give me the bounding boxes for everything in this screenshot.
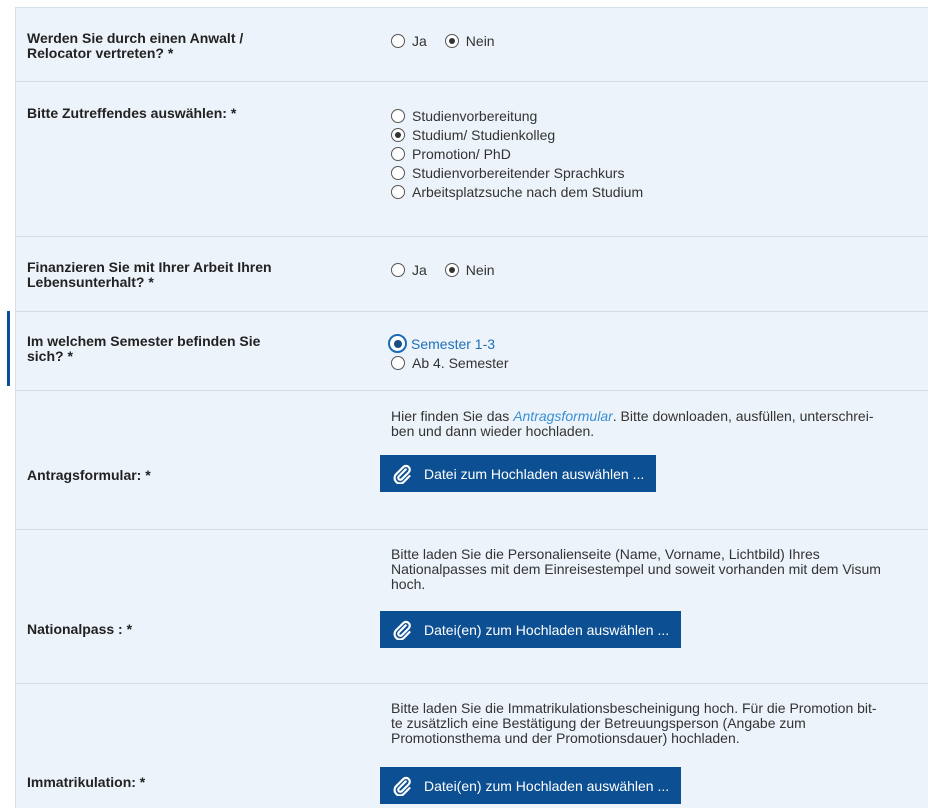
label-finanzieren: Finanzieren Sie mit Ihrer Arbeit Ihren L… (27, 259, 272, 290)
radio-circle-icon (391, 355, 405, 370)
focus-indicator-bar (7, 311, 10, 386)
label-semester: Im welchem Semester befinden Sie sich? * (27, 333, 261, 364)
label-antragsformular: Antragsformular: * (27, 467, 151, 483)
radio-studienvorbereitung[interactable]: Studienvorbereitung (391, 106, 928, 125)
row-finanzieren: Finanzieren Sie mit Ihrer Arbeit Ihren L… (16, 237, 928, 312)
radio-ab-4-semester[interactable]: Ab 4. Semester (391, 353, 928, 372)
label-anwalt: Werden Sie durch einen Anwalt / Relocato… (27, 30, 244, 61)
radio-anwalt-ja[interactable]: Ja (391, 31, 427, 50)
radio-checked-icon (391, 127, 405, 142)
radio-group-zutreffend: Studienvorbereitung Studium/ Studienkoll… (391, 106, 928, 201)
row-anwalt: Werden Sie durch einen Anwalt / Relocato… (16, 8, 928, 82)
row-semester: Im welchem Semester befinden Sie sich? *… (16, 312, 928, 391)
upload-immatrikulation-button[interactable]: Datei(en) zum Hochladen auswählen ... (380, 767, 682, 804)
required-mark: * (145, 467, 151, 483)
radio-semester-1-3[interactable]: Semester 1-3 (388, 334, 928, 353)
radio-circle-icon (391, 165, 405, 180)
upload-antragsformular-button[interactable]: Datei zum Hochladen auswählen ... (380, 455, 657, 492)
paperclip-icon (393, 776, 411, 796)
label-zutreffend: Bitte Zutreffendes auswählen: * (27, 105, 237, 121)
radio-checked-icon (444, 33, 459, 48)
upload-nationalpass-button[interactable]: Datei(en) zum Hochladen auswählen ... (380, 611, 682, 648)
required-mark: * (67, 348, 73, 364)
radio-checked-icon (444, 262, 459, 277)
radio-group-finanzieren: Ja Nein (391, 260, 928, 279)
radio-anwalt-nein[interactable]: Nein (444, 31, 495, 50)
radio-circle-icon (391, 108, 405, 123)
label-nationalpass: Nationalpass : * (27, 621, 133, 637)
help-antragsformular: Hier finden Sie das Antragsformular. Bit… (391, 408, 874, 439)
help-nationalpass: Bitte laden Sie die Personalienseite (Na… (391, 546, 881, 592)
radio-checked-focused-icon (388, 334, 407, 353)
required-mark: * (148, 274, 154, 290)
paperclip-icon (393, 620, 411, 640)
row-zutreffend: Bitte Zutreffendes auswählen: * Studienv… (16, 82, 928, 237)
antragsformular-link[interactable]: Antragsformular (513, 408, 613, 424)
required-mark: * (126, 621, 133, 637)
radio-promotion[interactable]: Promotion/ PhD (391, 144, 928, 163)
radio-circle-icon (391, 146, 405, 161)
radio-arbeitsplatzsuche[interactable]: Arbeitsplatzsuche nach dem Studium (391, 182, 928, 201)
application-form: Werden Sie durch einen Anwalt / Relocato… (15, 7, 928, 808)
row-nationalpass: Nationalpass : * Bitte laden Sie die Per… (16, 530, 928, 684)
paperclip-icon (393, 464, 411, 484)
help-immatrikulation: Bitte laden Sie die Immatrikulationsbesc… (391, 700, 877, 746)
radio-group-semester: Semester 1-3 Ab 4. Semester (388, 334, 928, 372)
required-mark: * (167, 45, 174, 61)
radio-group-anwalt: Ja Nein (391, 31, 928, 50)
label-immatrikulation: Immatrikulation: * (27, 774, 146, 790)
row-immatrikulation: Immatrikulation: * Bitte laden Sie die I… (16, 684, 928, 808)
required-mark: * (230, 105, 237, 121)
radio-finanzieren-nein[interactable]: Nein (444, 260, 495, 279)
radio-circle-icon (391, 33, 405, 48)
radio-circle-icon (391, 262, 405, 277)
radio-sprachkurs[interactable]: Studienvorbereitender Sprachkurs (391, 163, 928, 182)
row-antragsformular: Antragsformular: * Hier finden Sie das A… (16, 391, 928, 530)
required-mark: * (139, 774, 146, 790)
radio-studium[interactable]: Studium/ Studienkolleg (391, 125, 928, 144)
radio-finanzieren-ja[interactable]: Ja (391, 260, 427, 279)
radio-circle-icon (391, 184, 405, 199)
